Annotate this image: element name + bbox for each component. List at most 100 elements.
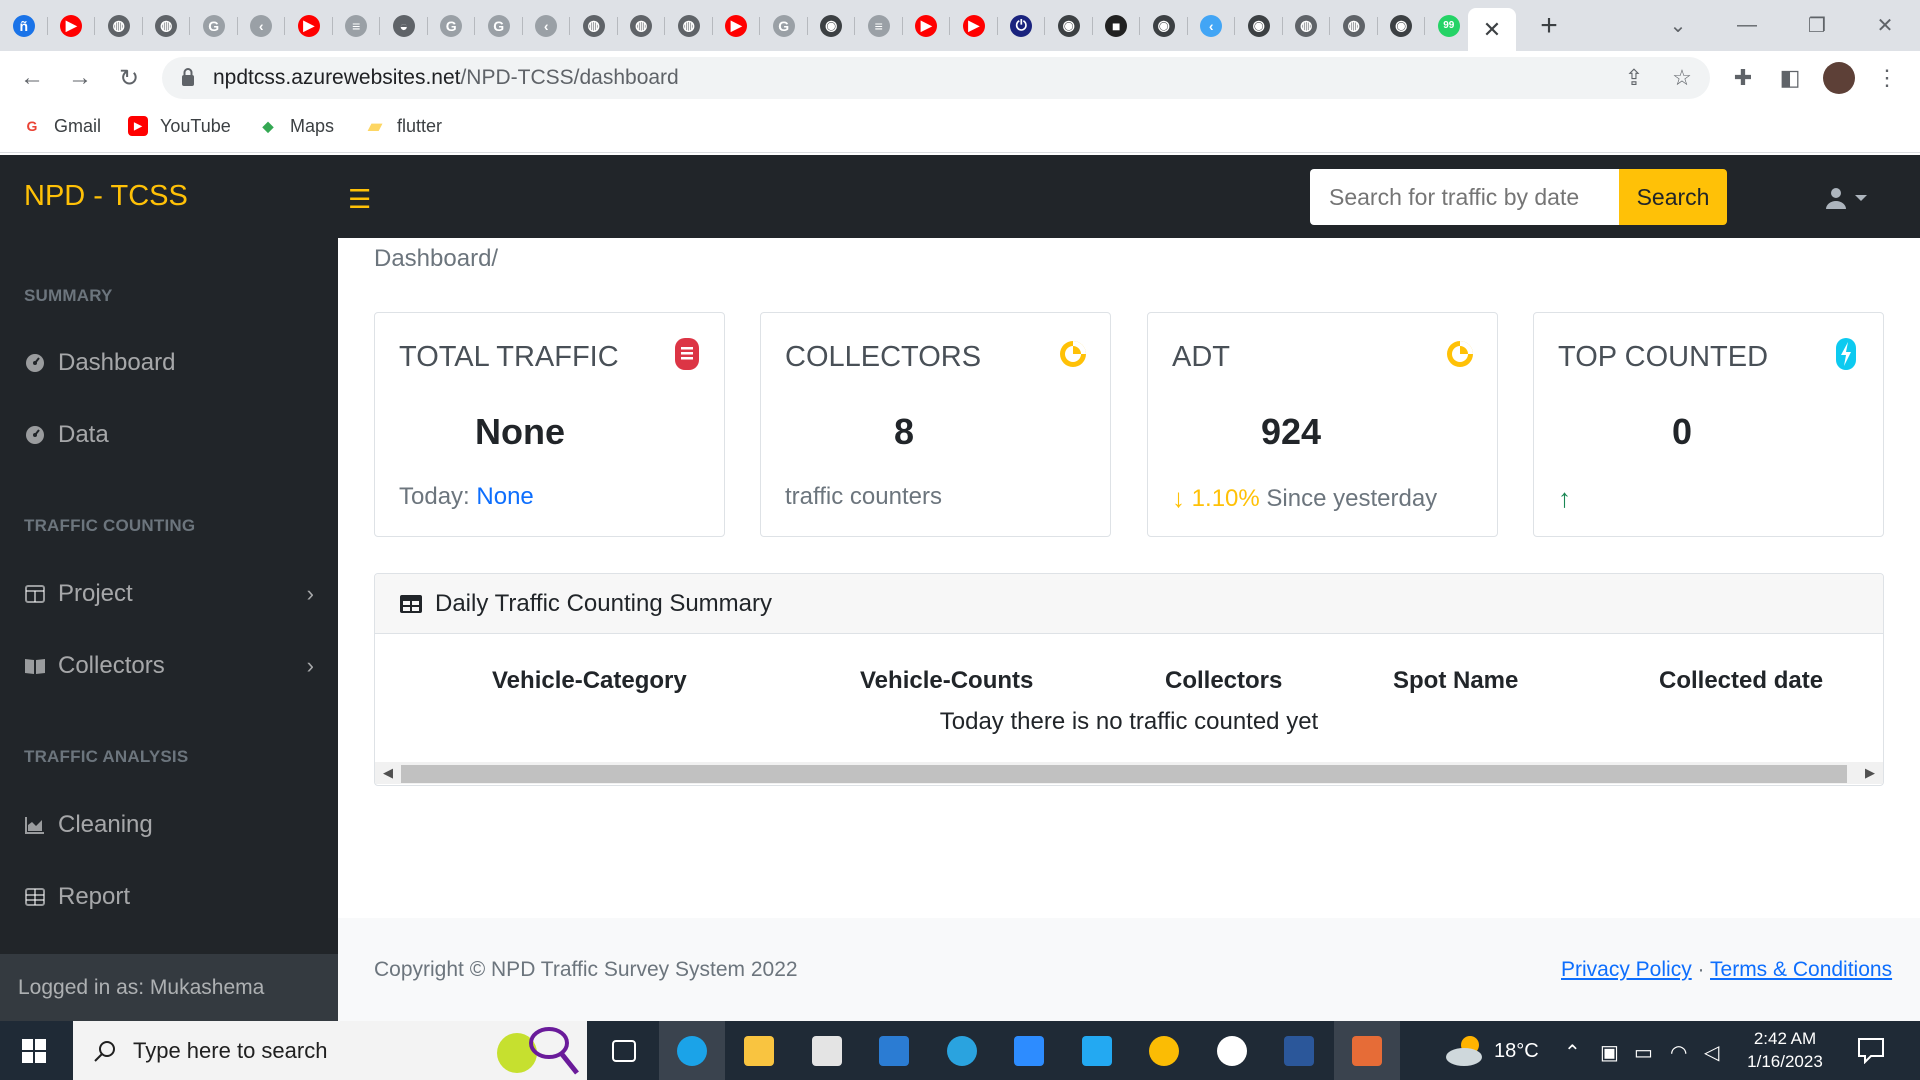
- column-header[interactable]: Collected date: [1659, 667, 1823, 695]
- minimize-icon[interactable]: —: [1727, 10, 1767, 40]
- browser-tab[interactable]: ñ: [0, 0, 48, 51]
- file-explorer-icon[interactable]: [726, 1021, 792, 1080]
- telegram-icon[interactable]: [929, 1021, 995, 1080]
- paint-icon[interactable]: [1333, 1021, 1400, 1080]
- browser-tab[interactable]: ‹: [1188, 0, 1236, 51]
- sidebar-item-project[interactable]: Project ›: [0, 564, 338, 624]
- browser-menu-icon[interactable]: ⋮: [1871, 62, 1903, 94]
- side-panel-icon[interactable]: ◧: [1774, 62, 1806, 94]
- browser-tab[interactable]: ◍: [1330, 0, 1378, 51]
- browser-tab[interactable]: ▶: [950, 0, 998, 51]
- restore-icon[interactable]: ❐: [1797, 10, 1837, 40]
- taskbar-search[interactable]: Type here to search: [73, 1021, 587, 1080]
- bookmark-maps[interactable]: ◆ Maps: [258, 114, 334, 138]
- close-window-icon[interactable]: ✕: [1865, 10, 1905, 40]
- browser-tab[interactable]: ◉: [1045, 0, 1093, 51]
- volume-icon[interactable]: ◁: [1704, 1040, 1719, 1065]
- traffic-search-input[interactable]: [1310, 169, 1619, 225]
- edge-icon[interactable]: [658, 1021, 725, 1080]
- browser-tab[interactable]: ◉: [1378, 0, 1426, 51]
- wifi-icon[interactable]: ◠: [1670, 1040, 1687, 1065]
- browser-tab[interactable]: G: [475, 0, 523, 51]
- browser-tab[interactable]: ≡: [333, 0, 381, 51]
- privacy-policy-link[interactable]: Privacy Policy: [1561, 958, 1692, 981]
- brand-logo[interactable]: NPD - TCSS: [24, 180, 188, 213]
- browser-tab[interactable]: ◍: [618, 0, 666, 51]
- browser-tab[interactable]: ◉: [1140, 0, 1188, 51]
- browser-tab[interactable]: ≡: [855, 0, 903, 51]
- browser-tab[interactable]: ◍: [665, 0, 713, 51]
- browser-tab[interactable]: ▶: [903, 0, 951, 51]
- browser-tab[interactable]: ▶: [48, 0, 96, 51]
- browser-tab[interactable]: ⏻: [998, 0, 1046, 51]
- vscode-icon[interactable]: [1064, 1021, 1130, 1080]
- chrome-icon[interactable]: [1131, 1021, 1197, 1080]
- browser-tab[interactable]: G: [760, 0, 808, 51]
- search-button[interactable]: Search: [1619, 169, 1727, 225]
- share-icon[interactable]: ⇪: [1618, 62, 1650, 94]
- clock[interactable]: 2:42 AM 1/16/2023: [1730, 1027, 1840, 1073]
- back-icon[interactable]: ←: [16, 62, 48, 94]
- column-header[interactable]: Vehicle-Counts: [860, 667, 1033, 695]
- bookmark-star-icon[interactable]: ☆: [1666, 62, 1698, 94]
- column-header[interactable]: Vehicle-Category: [492, 667, 687, 695]
- browser-tab[interactable]: ◉: [808, 0, 856, 51]
- temperature[interactable]: 18°C: [1494, 1040, 1539, 1063]
- sidebar-item-collectors[interactable]: Collectors ›: [0, 636, 338, 696]
- profile-avatar[interactable]: [1823, 62, 1855, 94]
- sidebar-item-data[interactable]: Data: [0, 405, 338, 465]
- browser-tab[interactable]: ◍: [570, 0, 618, 51]
- new-tab-button[interactable]: +: [1531, 9, 1567, 42]
- forward-icon[interactable]: →: [64, 62, 96, 94]
- sidebar-toggle-icon[interactable]: ☰: [348, 184, 371, 215]
- browser-tab[interactable]: ‹: [523, 0, 571, 51]
- caret-down-icon: [1855, 195, 1867, 201]
- close-tab-icon[interactable]: ✕: [1483, 17, 1501, 43]
- browser-tab[interactable]: ◍: [95, 0, 143, 51]
- settings-icon[interactable]: [1199, 1021, 1265, 1080]
- battery-icon[interactable]: ▭: [1634, 1040, 1653, 1065]
- tab-search-icon[interactable]: ⌄: [1658, 10, 1698, 40]
- browser-tab[interactable]: ◉: [1235, 0, 1283, 51]
- extensions-icon[interactable]: ✚: [1727, 62, 1759, 94]
- bookmark-gmail[interactable]: G Gmail: [22, 114, 101, 138]
- browser-tab[interactable]: G: [428, 0, 476, 51]
- sidebar-item-dashboard[interactable]: Dashboard: [0, 333, 338, 393]
- scroll-right-icon[interactable]: ▶: [1865, 765, 1875, 781]
- active-tab[interactable]: ✕: [1468, 8, 1516, 51]
- browser-tab[interactable]: ▶: [285, 0, 333, 51]
- browser-tab[interactable]: 99: [1425, 0, 1473, 51]
- mail-icon[interactable]: [861, 1021, 927, 1080]
- notifications-icon[interactable]: [1857, 1036, 1885, 1064]
- column-header[interactable]: Collectors: [1165, 667, 1282, 695]
- browser-tab[interactable]: ■: [1093, 0, 1141, 51]
- browser-tab[interactable]: ‹: [238, 0, 286, 51]
- daily-summary-card: Daily Traffic Counting Summary Vehicle-C…: [374, 573, 1884, 786]
- scroll-left-icon[interactable]: ◀: [383, 765, 393, 781]
- browser-tab[interactable]: ◍: [143, 0, 191, 51]
- url-text[interactable]: npdtcss.azurewebsites.net/NPD-TCSS/dashb…: [213, 66, 679, 90]
- store-icon[interactable]: [794, 1021, 860, 1080]
- user-dropdown[interactable]: [1824, 186, 1874, 210]
- reload-icon[interactable]: ↻: [113, 62, 145, 94]
- terms-link[interactable]: Terms & Conditions: [1710, 958, 1892, 981]
- breadcrumb[interactable]: Dashboard/: [374, 245, 498, 273]
- taskbar-search-placeholder: Type here to search: [133, 1037, 328, 1063]
- zoom-icon[interactable]: [996, 1021, 1062, 1080]
- weather-icon[interactable]: [1444, 1033, 1488, 1067]
- browser-tab[interactable]: ◍: [1283, 0, 1331, 51]
- sidebar-item-report[interactable]: Report: [0, 867, 338, 927]
- scrollbar-thumb[interactable]: [401, 765, 1847, 783]
- chevron-up-icon[interactable]: ⌃: [1564, 1040, 1581, 1065]
- word-icon[interactable]: [1266, 1021, 1332, 1080]
- bookmark-flutter[interactable]: ▰ flutter: [365, 114, 442, 138]
- sidebar-item-cleaning[interactable]: Cleaning: [0, 795, 338, 855]
- column-header[interactable]: Spot Name: [1393, 667, 1518, 695]
- browser-tab[interactable]: G: [190, 0, 238, 51]
- browser-tab[interactable]: ◒: [380, 0, 428, 51]
- device-icon[interactable]: ▣: [1600, 1040, 1619, 1065]
- browser-tab[interactable]: ▶: [713, 0, 761, 51]
- task-view-icon[interactable]: [591, 1021, 657, 1080]
- windows-start-icon[interactable]: [22, 1039, 46, 1063]
- bookmark-youtube[interactable]: ▶ YouTube: [128, 114, 231, 138]
